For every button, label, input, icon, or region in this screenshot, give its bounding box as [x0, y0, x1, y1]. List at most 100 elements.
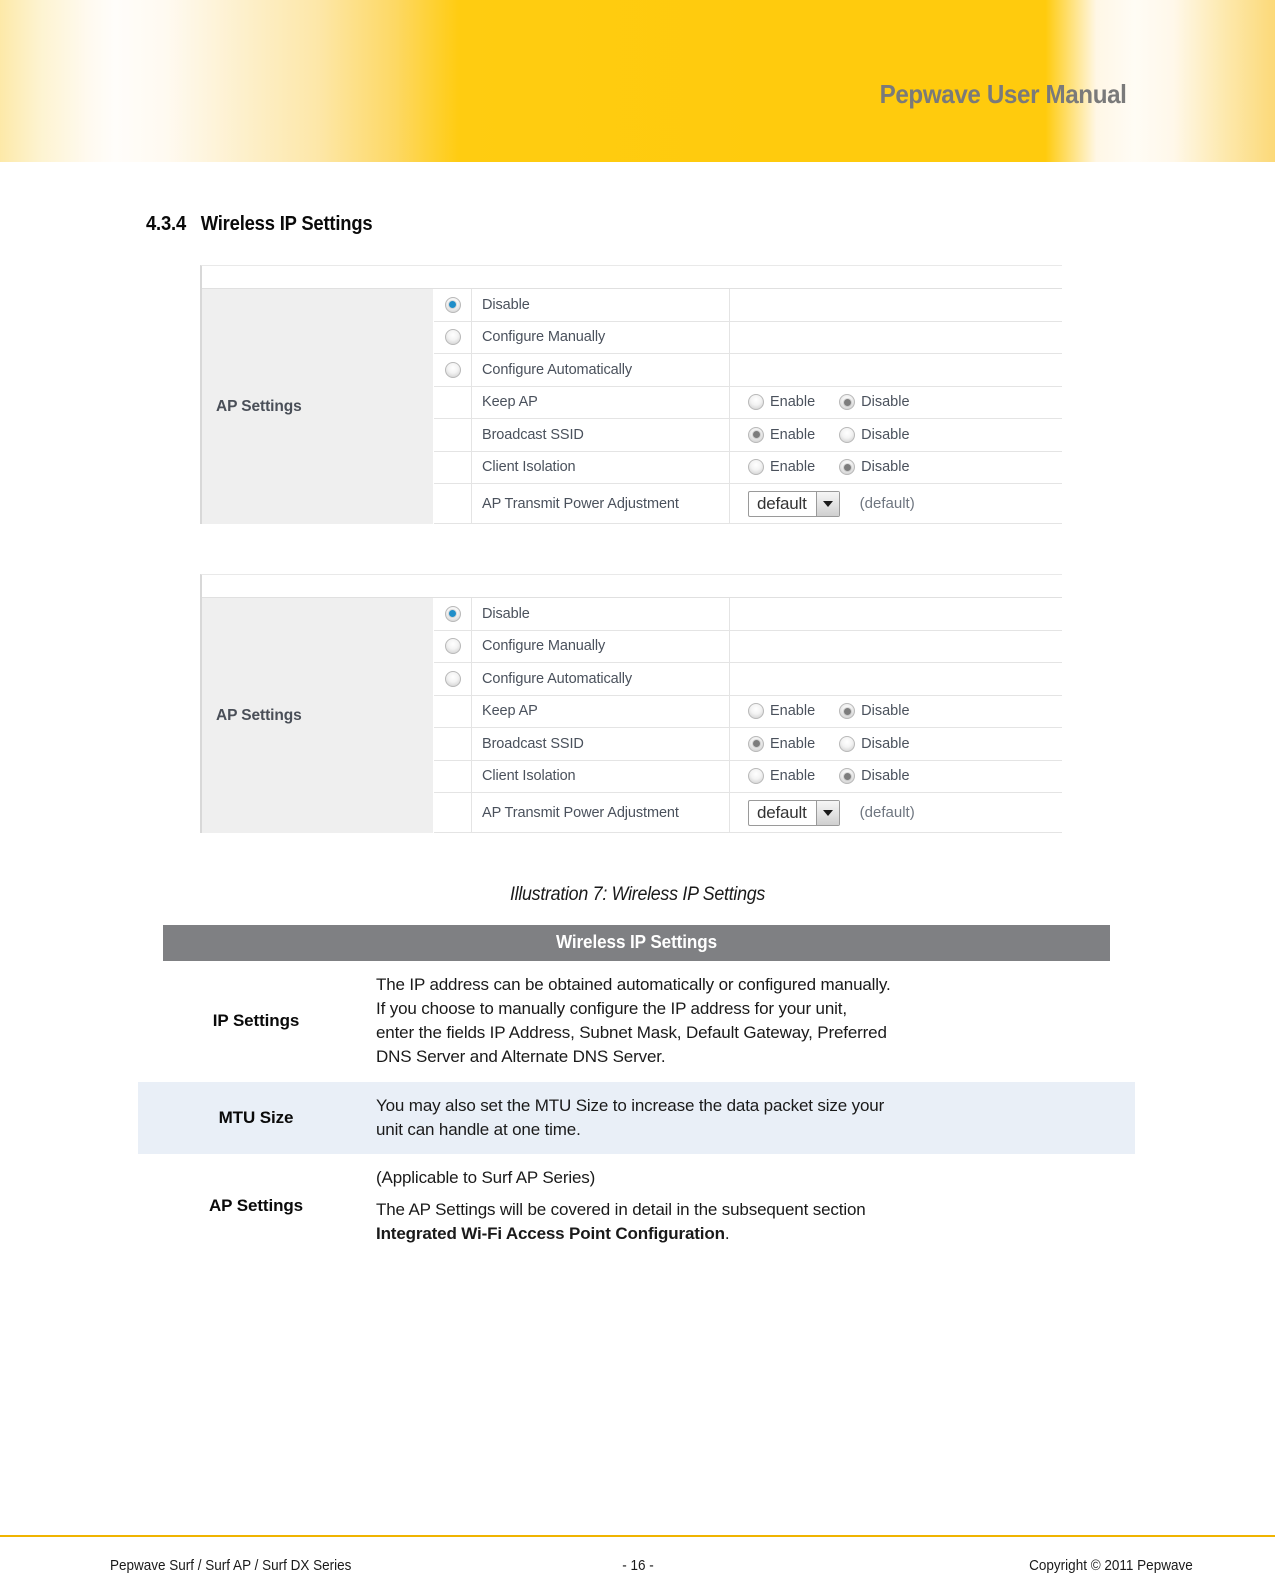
ap-settings-grid: AP Settings Disable Configure Manually C…: [202, 288, 1062, 524]
keep-ap-disable-option[interactable]: Disable: [839, 703, 910, 720]
client-isolation-disable-label: Disable: [861, 459, 910, 476]
radio-disable-icon[interactable]: [839, 703, 856, 720]
setting-value-broadcast-ssid: Enable Disable: [730, 419, 1062, 451]
screenshot-top-gap: [202, 575, 1062, 597]
table-row: Configure Manually: [434, 321, 1062, 354]
radio-disable-icon[interactable]: [839, 394, 856, 411]
mode-radio-cell[interactable]: [434, 598, 472, 630]
client-isolation-disable-option[interactable]: Disable: [839, 768, 910, 785]
ap-settings-group-label: AP Settings: [216, 706, 302, 724]
radio-enable-icon[interactable]: [748, 768, 764, 785]
setting-label-ap-transmit-power: AP Transmit Power Adjustment: [472, 484, 730, 523]
client-isolation-enable-label: Enable: [770, 768, 816, 785]
text-line-reference: Integrated Wi-Fi Access Point Configurat…: [376, 1222, 1121, 1246]
empty-radio-cell: [434, 695, 472, 727]
setting-label-client-isolation: Client Isolation: [472, 760, 730, 792]
radio-disable-icon[interactable]: [839, 426, 856, 443]
setting-label-keep-ap: Keep AP: [472, 386, 730, 418]
radio-disable-icon[interactable]: [444, 605, 461, 622]
radio-configure-automatically-icon[interactable]: [444, 670, 461, 687]
table-header-title: Wireless IP Settings: [162, 925, 1111, 961]
keep-ap-disable-label: Disable: [861, 703, 910, 720]
chevron-down-icon[interactable]: [815, 800, 839, 825]
text-line: You may also set the MTU Size to increas…: [376, 1095, 885, 1115]
empty-radio-cell: [434, 793, 472, 832]
mode-radio-cell[interactable]: [434, 289, 472, 321]
ap-transmit-power-selected-value: default: [757, 493, 807, 513]
mode-radio-cell[interactable]: [434, 663, 472, 695]
table-row: Broadcast SSID Enable Disable: [434, 419, 1062, 452]
setting-label-broadcast-ssid: Broadcast SSID: [472, 728, 730, 760]
broadcast-ssid-disable-option[interactable]: Disable: [839, 426, 910, 443]
mode-option-label: Configure Manually: [472, 321, 730, 353]
table-row: Client Isolation Enable Disable: [434, 451, 1062, 484]
section-heading: 4.3.4 Wireless IP Settings: [146, 213, 373, 236]
empty-radio-cell: [434, 419, 472, 451]
client-isolation-enable-option[interactable]: Enable: [748, 768, 816, 785]
radio-disable-icon[interactable]: [839, 735, 856, 752]
footer-rule: [0, 1535, 1275, 1537]
radio-enable-icon[interactable]: [748, 735, 764, 752]
client-isolation-enable-option[interactable]: Enable: [748, 459, 816, 476]
mode-option-label: Configure Manually: [472, 630, 730, 662]
text-line-applicability: (Applicable to Surf AP Series): [376, 1167, 596, 1187]
radio-configure-automatically-icon[interactable]: [444, 361, 461, 378]
setting-value-ap-transmit-power: default (default): [730, 793, 1062, 832]
broadcast-ssid-enable-label: Enable: [770, 735, 816, 752]
broadcast-ssid-disable-label: Disable: [861, 426, 910, 443]
keep-ap-disable-label: Disable: [861, 394, 910, 411]
table-header-row: Wireless IP Settings: [138, 925, 1135, 961]
setting-label-keep-ap: Keep AP: [472, 695, 730, 727]
table-row: Configure Manually: [434, 630, 1062, 663]
mode-option-value-cell: [730, 631, 1062, 663]
client-isolation-disable-option[interactable]: Disable: [839, 459, 910, 476]
mode-radio-cell[interactable]: [434, 630, 472, 662]
chevron-down-icon[interactable]: [815, 491, 839, 516]
screenshot-panel-1: AP Settings Disable Configure Manually C…: [200, 265, 1062, 524]
page-footer: Pepwave Surf / Surf AP / Surf DX Series …: [0, 1548, 1275, 1583]
table-row-ip-settings: IP Settings The IP address can be obtain…: [138, 961, 1135, 1082]
broadcast-ssid-disable-option[interactable]: Disable: [839, 735, 910, 752]
keep-ap-disable-option[interactable]: Disable: [839, 394, 910, 411]
ap-transmit-power-selected-value: default: [757, 802, 807, 822]
section-title: Wireless IP Settings: [200, 213, 373, 235]
empty-radio-cell: [434, 760, 472, 792]
row-key-ip-settings: IP Settings: [138, 961, 374, 1082]
setting-value-keep-ap: Enable Disable: [730, 696, 1062, 728]
ap-transmit-power-select[interactable]: default: [748, 799, 840, 826]
radio-disable-icon[interactable]: [839, 459, 856, 476]
row-value-ip-settings: The IP address can be obtained automatic…: [374, 961, 1135, 1082]
row-value-mtu-size: You may also set the MTU Size to increas…: [374, 1081, 1135, 1154]
table-row: Disable: [434, 289, 1062, 322]
radio-configure-manually-icon[interactable]: [444, 638, 461, 655]
client-isolation-enable-label: Enable: [770, 459, 816, 476]
radio-disable-icon[interactable]: [444, 296, 461, 313]
radio-enable-icon[interactable]: [748, 703, 764, 720]
broadcast-ssid-enable-option[interactable]: Enable: [748, 735, 816, 752]
mode-radio-cell[interactable]: [434, 354, 472, 386]
keep-ap-enable-option[interactable]: Enable: [748, 703, 815, 720]
broadcast-ssid-enable-option[interactable]: Enable: [748, 426, 815, 443]
radio-disable-icon[interactable]: [839, 768, 856, 785]
ap-transmit-power-select[interactable]: default: [748, 490, 840, 517]
table-row: Keep AP Enable Disable: [434, 695, 1062, 728]
empty-radio-cell: [434, 484, 472, 523]
radio-enable-icon[interactable]: [748, 426, 764, 443]
table-row: AP Transmit Power Adjustment default (de…: [434, 484, 1062, 524]
mode-option-value-cell: [730, 354, 1062, 386]
text-line: The IP address can be obtained automatic…: [376, 975, 891, 994]
ap-settings-group-label-cell: AP Settings: [202, 289, 434, 524]
ap-settings-rows: Disable Configure Manually Configure Aut…: [434, 289, 1062, 524]
table-row: Configure Automatically: [434, 354, 1062, 387]
table-row: Disable: [434, 598, 1062, 631]
radio-enable-icon[interactable]: [748, 394, 764, 411]
footer-page-number: - 16 -: [621, 1557, 654, 1574]
row-key-ap-settings: AP Settings: [138, 1153, 374, 1259]
radio-enable-icon[interactable]: [748, 459, 764, 476]
keep-ap-enable-option[interactable]: Enable: [748, 394, 815, 411]
mode-option-label: Disable: [472, 598, 730, 630]
mode-radio-cell[interactable]: [434, 321, 472, 353]
text-line: DNS Server and Alternate DNS Server.: [376, 1047, 666, 1067]
broadcast-ssid-disable-label: Disable: [861, 735, 910, 752]
radio-configure-manually-icon[interactable]: [444, 329, 461, 346]
